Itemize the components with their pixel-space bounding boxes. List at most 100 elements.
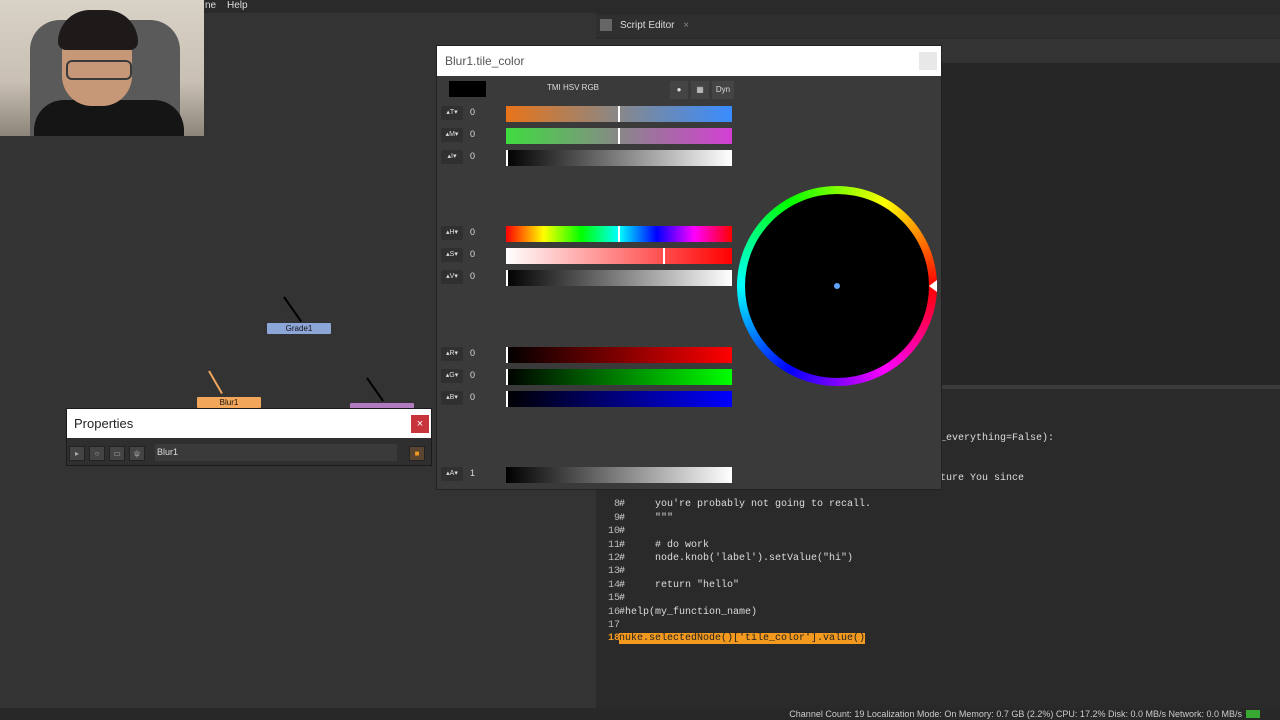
slider-label[interactable]: ▴I▾ <box>441 150 463 164</box>
line-number: 14 <box>607 580 620 591</box>
slider-value[interactable]: 0 <box>470 392 475 402</box>
slider-handle[interactable] <box>730 467 732 483</box>
slider-value[interactable]: 1 <box>470 468 475 478</box>
properties-title: Properties <box>74 416 134 431</box>
float-icon[interactable]: ▭ <box>109 446 125 461</box>
line-number: 17 <box>607 620 620 631</box>
output-line: _everything=False): <box>940 433 1055 444</box>
node-name-field[interactable]: Blur1 <box>155 444 397 461</box>
slider-handle[interactable] <box>506 347 508 363</box>
slider-label[interactable]: ▴V▾ <box>441 270 463 284</box>
slider-value[interactable]: 0 <box>470 151 475 161</box>
glasses-shape <box>66 60 132 80</box>
slider-label[interactable]: ▴S▾ <box>441 248 463 262</box>
slider-handle[interactable] <box>663 248 665 264</box>
code-line[interactable]: # <box>619 526 625 537</box>
slider-track[interactable] <box>506 226 732 242</box>
tab-script-editor[interactable]: Script Editor × <box>620 15 689 37</box>
slider-value[interactable]: 0 <box>470 271 475 281</box>
slider-handle[interactable] <box>506 150 508 166</box>
blur-node[interactable]: Blur1 <box>197 397 261 408</box>
slider-label[interactable]: ▴M▾ <box>441 128 463 142</box>
center-icon[interactable]: ○ <box>89 446 105 461</box>
connection-arrow <box>283 296 303 323</box>
status-bar: Channel Count: 19 Localization Mode: On … <box>0 708 1280 720</box>
output-pane[interactable] <box>940 63 1280 385</box>
line-number: 12 <box>607 553 620 564</box>
slider-handle[interactable] <box>506 270 508 286</box>
code-line[interactable]: # you're probably not going to recall. <box>619 499 871 510</box>
slider-value[interactable]: 0 <box>470 370 475 380</box>
menu-item-help[interactable]: Help <box>227 0 248 11</box>
wheel-cursor[interactable] <box>834 283 840 289</box>
picker-close-icon[interactable] <box>919 52 937 70</box>
swatches-toggle-icon[interactable]: ▦ <box>691 81 709 99</box>
properties-panel: Properties × ▸ ○ ▭ ψ Blur1 ■ <box>66 408 432 466</box>
menu-item-partial[interactable]: ne <box>205 0 216 11</box>
script-editor-tabbar: Script Editor × <box>596 15 1280 37</box>
code-line[interactable]: # # do work <box>619 540 709 551</box>
slider-track[interactable] <box>506 270 732 286</box>
slider-track[interactable] <box>506 391 732 407</box>
slider-value[interactable]: 0 <box>470 227 475 237</box>
hue-marker-icon[interactable] <box>929 280 937 292</box>
slider-value[interactable]: 0 <box>470 249 475 259</box>
slider-track[interactable] <box>506 106 732 122</box>
collapse-icon[interactable]: ▸ <box>69 446 85 461</box>
slider-handle[interactable] <box>618 106 620 122</box>
dyn-toggle[interactable]: Dyn <box>712 81 734 99</box>
slider-label[interactable]: ▴R▾ <box>441 347 463 361</box>
slider-value[interactable]: 0 <box>470 129 475 139</box>
line-number: 10 <box>607 526 620 537</box>
line-number: 8 <box>613 499 620 510</box>
picker-titlebar[interactable]: Blur1.tile_color <box>437 46 941 76</box>
panel-menu-icon[interactable] <box>600 19 612 31</box>
code-line[interactable]: # return "hello" <box>619 580 739 591</box>
properties-close-button[interactable]: × <box>411 415 429 433</box>
slider-label[interactable]: ▴A▾ <box>441 467 463 481</box>
slider-label[interactable]: ▴T▾ <box>441 106 463 120</box>
slider-handle[interactable] <box>506 369 508 385</box>
slider-handle[interactable] <box>506 391 508 407</box>
connection-arrow <box>366 377 384 402</box>
color-swatch[interactable] <box>449 81 486 97</box>
slider-label[interactable]: ▴H▾ <box>441 226 463 240</box>
line-number: 13 <box>607 566 620 577</box>
tab-label: Script Editor <box>620 20 675 31</box>
line-number: 16 <box>607 607 620 618</box>
connection-arrow <box>208 370 223 395</box>
tab-close-icon[interactable]: × <box>683 20 689 31</box>
slider-track[interactable] <box>506 128 732 144</box>
slider-value[interactable]: 0 <box>470 107 475 117</box>
color-wheel[interactable] <box>737 186 937 386</box>
code-line[interactable]: # <box>619 593 625 604</box>
code-line[interactable]: # node.knob('label').setValue("hi") <box>619 553 853 564</box>
webcam-overlay <box>0 0 204 136</box>
slider-track[interactable] <box>506 369 732 385</box>
grade-node[interactable]: Grade1 <box>267 323 331 334</box>
color-wheel-toggle-icon[interactable]: ● <box>670 81 688 99</box>
slider-track[interactable] <box>506 150 732 166</box>
line-number: 15 <box>607 593 620 604</box>
pin-icon[interactable]: ψ <box>129 446 145 461</box>
properties-titlebar[interactable]: Properties × <box>67 409 431 438</box>
status-indicator-icon <box>1246 710 1260 718</box>
line-number: 18 <box>607 633 620 644</box>
slider-label[interactable]: ▴B▾ <box>441 391 463 405</box>
slider-label[interactable]: ▴G▾ <box>441 369 463 383</box>
line-number: 9 <box>613 513 620 524</box>
slider-handle[interactable] <box>618 128 620 144</box>
slider-track[interactable] <box>506 347 732 363</box>
slider-value[interactable]: 0 <box>470 348 475 358</box>
code-line[interactable]: # """ <box>619 513 673 524</box>
code-line[interactable]: nuke.selectedNode()['tile_color'].value(… <box>619 633 866 644</box>
properties-node-row: ▸ ○ ▭ ψ Blur1 ■ <box>67 444 431 462</box>
code-line[interactable]: # <box>619 566 625 577</box>
slider-handle[interactable] <box>618 226 620 242</box>
mode-labels[interactable]: TMI HSV RGB <box>547 83 599 92</box>
picker-title: Blur1.tile_color <box>445 54 525 68</box>
tile-color-icon[interactable]: ■ <box>409 446 425 461</box>
slider-track[interactable] <box>506 467 732 483</box>
code-line[interactable]: #help(my_function_name) <box>619 607 757 618</box>
slider-track[interactable] <box>506 248 732 264</box>
